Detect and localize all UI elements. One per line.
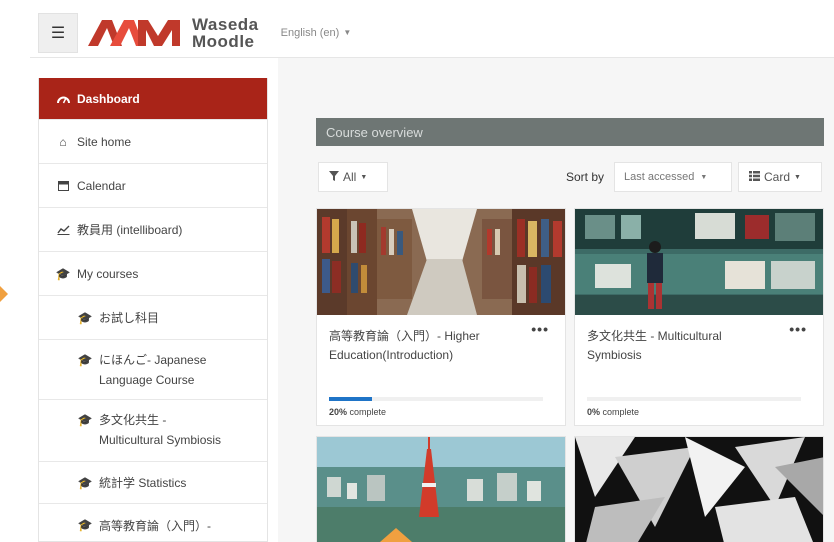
- progress-complete-label: complete: [349, 407, 387, 417]
- sort-dropdown[interactable]: Last accessed ▼: [614, 162, 732, 192]
- orange-pointer-marker: [380, 528, 412, 542]
- sidebar-item-trial-course[interactable]: 🎓 お試し科目: [39, 296, 267, 340]
- filter-dropdown[interactable]: All ▼: [318, 162, 388, 192]
- progress-bar: [587, 397, 801, 401]
- calendar-icon: [55, 180, 71, 191]
- sidebar-item-label: にほんご- Japanese: [99, 353, 207, 367]
- sidebar-item-intelliboard[interactable]: 教員用 (intelliboard): [39, 208, 267, 252]
- logo-line-2: Moodle: [192, 31, 255, 51]
- hamburger-icon: ☰: [50, 24, 66, 42]
- orange-pointer-marker: [0, 286, 8, 302]
- course-card[interactable]: 高等教育論（入門）- Higher Education(Introduction…: [316, 208, 566, 426]
- graduation-cap-icon: 🎓: [77, 413, 93, 427]
- sidebar-item-label: 多文化共生 -: [99, 413, 167, 427]
- course-image-library[interactable]: [317, 209, 565, 315]
- dashboard-icon: [55, 94, 71, 104]
- view-dropdown[interactable]: Card ▼: [738, 162, 822, 192]
- library-shelves-image: [317, 209, 565, 315]
- progress-bar-fill: [329, 397, 372, 401]
- sidebar-item-label-line2: Language Course: [99, 373, 195, 387]
- course-actions-menu[interactable]: •••: [789, 321, 807, 337]
- course-card[interactable]: [316, 436, 566, 542]
- graduation-cap-icon: 🎓: [77, 310, 93, 325]
- course-title[interactable]: 多文化共生 - Multicultural Symbiosis: [587, 327, 777, 365]
- progress-complete-label: complete: [602, 407, 640, 417]
- chart-line-icon: [55, 224, 71, 235]
- course-actions-menu[interactable]: •••: [531, 321, 549, 337]
- sidebar-item-dashboard[interactable]: Dashboard: [39, 78, 267, 120]
- graduation-cap-icon: 🎓: [77, 353, 93, 367]
- sidebar-item-calendar[interactable]: Calendar: [39, 164, 267, 208]
- logo-line-1: Waseda: [192, 14, 259, 34]
- language-menu[interactable]: English (en) ▼: [281, 27, 352, 39]
- sidebar-item-site-home[interactable]: ⌂ Site home: [39, 120, 267, 164]
- sidebar-item-higher-education[interactable]: 🎓 高等教育論（入門）-: [39, 504, 267, 542]
- tokyo-skyline-image: [317, 437, 565, 542]
- top-navbar: ☰ Waseda Moodle English (en) ▼: [30, 8, 834, 58]
- sidebar-item-label: Dashboard: [77, 91, 140, 106]
- course-card[interactable]: 多文化共生 - Multicultural Symbiosis ••• 0% c…: [574, 208, 824, 426]
- sort-value: Last accessed: [624, 171, 695, 183]
- view-value: Card: [764, 170, 791, 184]
- sidebar-item-japanese-course[interactable]: 🎓 にほんご- Japanese Language Course: [39, 340, 267, 400]
- progress-text: 20% complete: [329, 407, 386, 417]
- caret-down-icon: ▼: [700, 173, 708, 181]
- progress-bar: [329, 397, 543, 401]
- graduation-cap-icon: 🎓: [77, 518, 93, 532]
- course-overview-header: Course overview: [316, 118, 824, 146]
- home-icon: ⌂: [59, 134, 67, 149]
- sidebar-item-label: 高等教育論（入門）-: [99, 518, 211, 533]
- sidebar-item-label: Site home: [77, 134, 132, 149]
- station-scene-image: [575, 209, 823, 315]
- sidebar-item-label: お試し科目: [99, 311, 160, 325]
- site-logo[interactable]: Waseda Moodle: [88, 16, 259, 50]
- sidebar-item-label: My courses: [77, 266, 139, 281]
- progress-percent: 20%: [329, 407, 348, 417]
- filter-label: All: [343, 170, 357, 184]
- sort-by-label: Sort by: [566, 170, 605, 184]
- filter-icon: [329, 170, 339, 184]
- caret-down-icon: ▼: [343, 28, 352, 37]
- grid-icon: [749, 170, 760, 184]
- sidebar-item-label-line2: Multicultural Symbiosis: [99, 433, 222, 447]
- abstract-bw-image: [575, 437, 823, 542]
- course-overview-title: Course overview: [326, 124, 423, 140]
- progress-percent: 0%: [587, 407, 601, 417]
- caret-down-icon: ▼: [794, 173, 801, 181]
- course-image-abstract[interactable]: [575, 437, 823, 542]
- graduation-cap-icon: 🎓: [77, 475, 93, 490]
- course-card[interactable]: [574, 436, 824, 542]
- caret-down-icon: ▼: [360, 173, 368, 181]
- language-label: English (en): [280, 26, 340, 39]
- nav-drawer: Dashboard ⌂ Site home Calendar 教員用 (inte…: [38, 78, 268, 542]
- menu-toggle-button[interactable]: ☰: [38, 12, 78, 53]
- sidebar-item-my-courses[interactable]: 🎓 My courses: [39, 252, 267, 296]
- waseda-logo-icon: [88, 19, 180, 46]
- sidebar-item-label: 教員用 (intelliboard): [77, 223, 183, 237]
- course-title[interactable]: 高等教育論（入門）- Higher Education(Introduction…: [329, 327, 519, 365]
- sidebar-item-multicultural[interactable]: 🎓 多文化共生 - Multicultural Symbiosis: [39, 400, 267, 462]
- sidebar-item-label: Calendar: [77, 178, 126, 193]
- course-image-station[interactable]: [575, 209, 823, 315]
- progress-text: 0% complete: [587, 407, 639, 417]
- sidebar-item-label: 統計学 Statistics: [99, 476, 187, 490]
- sidebar-item-statistics[interactable]: 🎓 統計学 Statistics: [39, 462, 267, 504]
- course-image-tokyo[interactable]: [317, 437, 565, 542]
- graduation-cap-icon: 🎓: [55, 266, 71, 281]
